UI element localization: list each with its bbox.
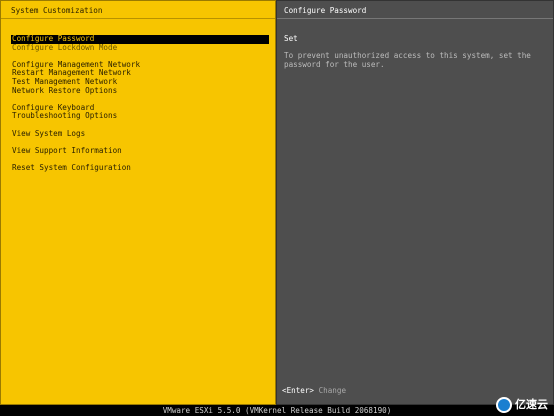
status-bar: VMware ESXi 5.5.0 (VMKernel Release Buil… <box>0 405 554 416</box>
customization-menu-pane: System Customization Configure Password C… <box>0 0 276 405</box>
menu-item-view-support-information[interactable]: View Support Information <box>11 146 269 156</box>
menu-item-reset-system-configuration[interactable]: Reset System Configuration <box>11 163 269 173</box>
customization-menu: Configure Password Configure Lockdown Mod… <box>11 34 269 173</box>
enter-key-label: <Enter> <box>282 386 315 396</box>
menu-item-view-system-logs[interactable]: View System Logs <box>11 129 269 139</box>
detail-pane: Configure Password Set To prevent unauth… <box>276 0 554 405</box>
watermark-text: 亿速云 <box>515 397 548 411</box>
detail-description: To prevent unauthorized access to this s… <box>284 51 531 69</box>
menu-item-configure-lockdown-mode[interactable]: Configure Lockdown Mode <box>11 43 269 53</box>
watermark: 亿速云 <box>496 396 548 414</box>
detail-pane-title: Configure Password <box>277 1 553 19</box>
key-hint[interactable]: <Enter> Change <box>282 387 346 396</box>
change-action-label: Change <box>318 386 347 396</box>
detail-heading: Set <box>284 34 298 43</box>
menu-item-network-restore-options[interactable]: Network Restore Options <box>11 86 269 96</box>
watermark-logo-icon <box>496 397 512 413</box>
menu-item-troubleshooting-options[interactable]: Troubleshooting Options <box>11 112 269 121</box>
menu-pane-title: System Customization <box>1 1 275 19</box>
